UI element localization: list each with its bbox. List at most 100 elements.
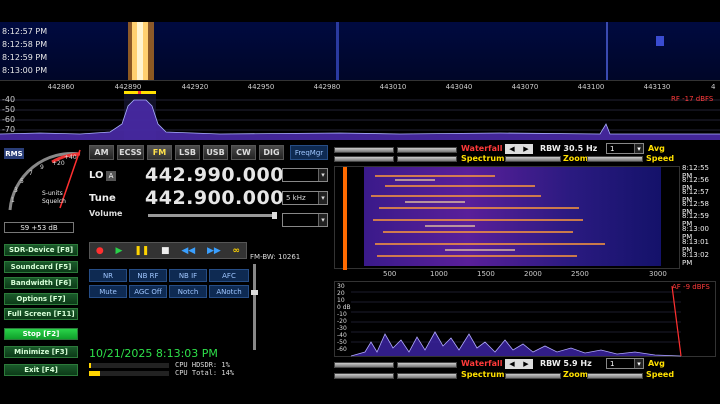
audio-zoom-slider[interactable] <box>505 373 561 379</box>
mode-lsb-button[interactable]: LSB <box>175 145 200 160</box>
squelch-slider[interactable] <box>251 264 258 350</box>
loop-icon[interactable]: ∞ <box>233 246 241 256</box>
spectrum-range-slider[interactable] <box>397 156 457 162</box>
smeter-scale: 9 <box>40 164 44 171</box>
zoom-slider[interactable] <box>505 156 561 162</box>
chevron-right-icon[interactable]: ▶ <box>523 360 528 368</box>
rbw-label: RBW 30.5 Hz <box>540 144 598 153</box>
freq-tick: 443100 <box>577 83 605 91</box>
chevron-left-icon[interactable]: ◀ <box>509 360 514 368</box>
minimize-button[interactable]: Minimize [F3] <box>4 346 78 358</box>
playback-bar: ● ▶ ❚❚ ■ ◀◀ ▶▶ ∞ <box>89 242 247 259</box>
mode-am-button[interactable]: AM <box>89 145 114 160</box>
nb-rf-button[interactable]: NB RF <box>129 269 167 282</box>
agc-button[interactable]: AGC Off <box>129 285 167 298</box>
audio-level: -10 <box>337 311 347 318</box>
rbw-stepper[interactable]: ◀ ▶ <box>505 144 533 154</box>
audio-freq-tick: 1000 <box>430 270 448 278</box>
waterfall-timestamp: 8:13:00 PM <box>2 66 48 75</box>
nr-button[interactable]: NR <box>89 269 127 282</box>
spectrum-contrast-slider[interactable] <box>334 156 394 162</box>
pause-icon[interactable]: ❚❚ <box>134 246 149 256</box>
audio-waterfall-range-slider[interactable] <box>397 362 457 368</box>
zoom-label: Zoom <box>563 154 589 163</box>
anotch-button[interactable]: ANotch <box>209 285 249 298</box>
spectrum-label: Spectrum <box>461 154 505 163</box>
chevron-left-icon[interactable]: ◀ <box>509 145 514 153</box>
audio-avg-select[interactable]: 1 ▾ <box>606 358 644 369</box>
smeter-caption: S-units <box>42 190 63 197</box>
fast-forward-icon[interactable]: ▶▶ <box>207 246 221 256</box>
tune-step-select[interactable]: 5 kHz ▾ <box>282 191 328 205</box>
audio-avg-value: 1 <box>610 359 615 368</box>
audio-spectrum-contrast-slider[interactable] <box>334 373 394 379</box>
rewind-icon[interactable]: ◀◀ <box>181 246 195 256</box>
mode-fm-button[interactable]: FM <box>147 145 172 160</box>
audio-waterfall[interactable] <box>334 166 680 270</box>
freq-tick: 442860 <box>47 83 75 91</box>
rf-level-label: RF -17 dBFS <box>671 95 714 103</box>
stop-button[interactable]: Stop [F2] <box>4 328 78 340</box>
audio-level: -60 <box>337 346 347 353</box>
freqmgr-button[interactable]: FreqMgr <box>290 145 328 160</box>
spectrum-level: -40 <box>2 95 16 104</box>
freq-tick: 443040 <box>445 83 473 91</box>
nb-if-button[interactable]: NB IF <box>169 269 207 282</box>
waterfall-range-slider[interactable] <box>397 147 457 153</box>
bandwidth-button[interactable]: Bandwidth [F6] <box>4 277 78 289</box>
avg-select[interactable]: 1 ▾ <box>606 143 644 154</box>
smeter-readout: S9 +53 dB <box>4 222 74 233</box>
audio-rbw-stepper[interactable]: ◀ ▶ <box>505 359 533 369</box>
audio-freq-tick: 500 <box>383 270 397 278</box>
play-icon[interactable]: ▶ <box>116 246 123 256</box>
chevron-right-icon[interactable]: ▶ <box>523 145 528 153</box>
stop-icon[interactable]: ■ <box>161 246 170 256</box>
spectrum-level: -50 <box>2 105 16 114</box>
freq-tick: 443130 <box>643 83 671 91</box>
waterfall-timestamp: 8:12:58 PM <box>2 40 48 49</box>
audio-level: -40 <box>337 332 347 339</box>
audio-spectrum-range-slider[interactable] <box>397 373 457 379</box>
audio-waterfall-contrast-slider[interactable] <box>334 362 394 368</box>
afc-button[interactable]: AFC <box>209 269 249 282</box>
full-screen-button[interactable]: Full Screen [F11] <box>4 308 78 320</box>
tune-frequency[interactable]: 442.900.000 <box>145 187 284 209</box>
options-button[interactable]: Options [F7] <box>4 293 78 305</box>
cpu-hdsdr-bar <box>89 363 169 368</box>
soundcard-button[interactable]: Soundcard [F5] <box>4 261 78 273</box>
lo-select[interactable]: ▾ <box>282 168 328 182</box>
freq-tick: 443070 <box>511 83 539 91</box>
lo-frequency[interactable]: 442.990.000 <box>145 164 284 186</box>
record-icon[interactable]: ● <box>96 246 104 256</box>
volume-slider[interactable] <box>148 212 277 219</box>
main-spectrum[interactable]: -40 -50 -60 -70 RF -17 dBFS <box>0 94 720 140</box>
notch-button[interactable]: Notch <box>169 285 207 298</box>
vfo-a-badge[interactable]: A <box>106 171 116 181</box>
audio-zoom-label: Zoom <box>563 370 589 379</box>
chevron-down-icon: ▾ <box>318 192 327 204</box>
audio-spectrum[interactable]: 30 20 10 0 dB -10 -20 -30 -40 -50 -60 AF… <box>334 281 716 357</box>
af-level-label: AF -9 dBFS <box>672 283 710 291</box>
volume-label: Volume <box>89 209 123 218</box>
squelch-slider-knob[interactable] <box>251 290 258 295</box>
smeter-scale: +20 <box>52 160 65 167</box>
cpu-total-text: CPU Total: 14% <box>175 369 235 377</box>
exit-button[interactable]: Exit [F4] <box>4 364 78 376</box>
volume-select[interactable]: ▾ <box>282 213 328 227</box>
mode-usb-button[interactable]: USB <box>203 145 228 160</box>
sdr-device-button[interactable]: SDR-Device [F8] <box>4 244 78 256</box>
mode-ecss-button[interactable]: ECSS <box>117 145 144 160</box>
mute-button[interactable]: Mute <box>89 285 127 298</box>
mode-dig-button[interactable]: DIG <box>259 145 284 160</box>
volume-slider-knob[interactable] <box>272 212 277 219</box>
cpu-total-bar <box>89 371 169 376</box>
mode-cw-button[interactable]: CW <box>231 145 256 160</box>
spectrum-level: -70 <box>2 125 16 134</box>
waterfall-contrast-slider[interactable] <box>334 147 394 153</box>
avg-value: 1 <box>610 144 615 153</box>
frequency-axis[interactable]: 442860 442890 442920 442950 442980 44301… <box>0 80 720 95</box>
main-waterfall[interactable]: 8:12:57 PM 8:12:58 PM 8:12:59 PM 8:13:00… <box>0 22 720 80</box>
audio-speed-slider[interactable] <box>587 373 643 379</box>
speed-slider[interactable] <box>587 156 643 162</box>
audio-freq-tick: 1500 <box>477 270 495 278</box>
